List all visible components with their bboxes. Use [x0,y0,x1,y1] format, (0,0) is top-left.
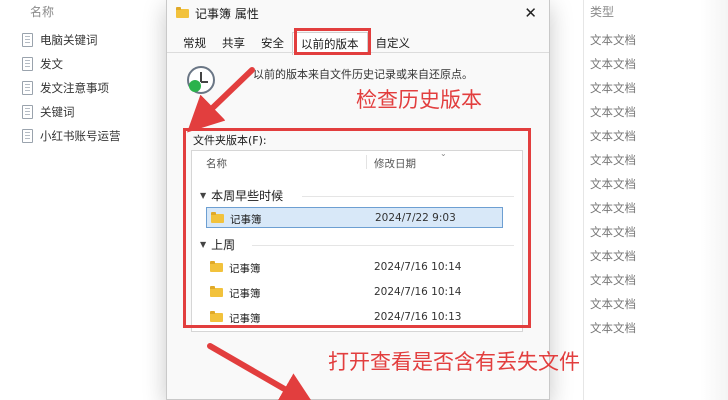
callout-open-and-check: 打开查看是否含有丢失文件 [328,350,580,374]
arrow-to-open-button [207,343,316,400]
callout-check-history: 检查历史版本 [356,88,482,112]
annotation-arrows [187,67,316,400]
arrow-to-versions-list [187,67,255,133]
